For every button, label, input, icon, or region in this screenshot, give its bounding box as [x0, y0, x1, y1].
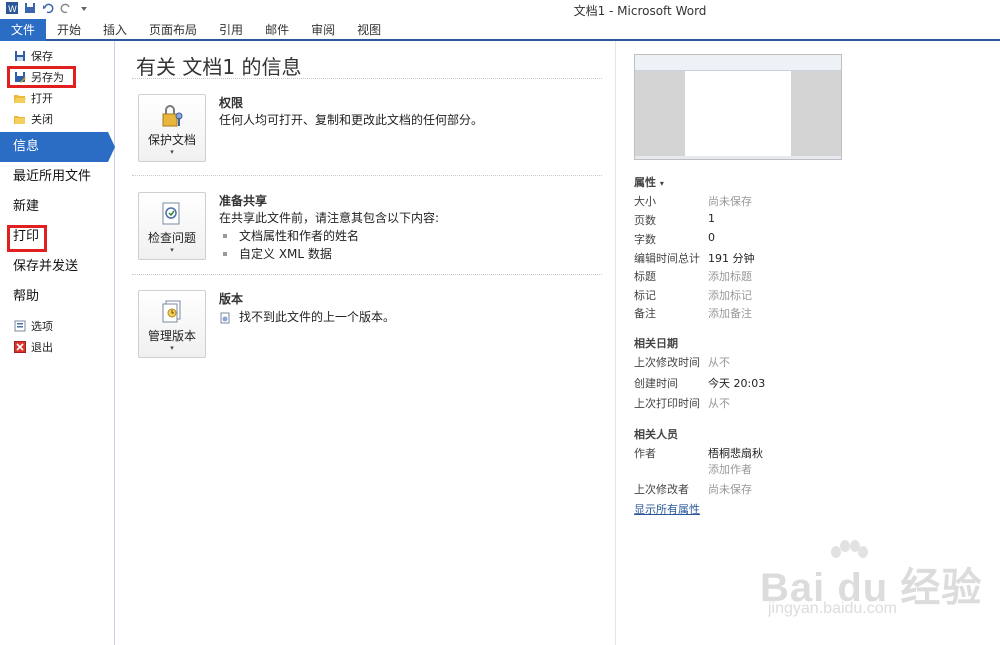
versions-heading: 版本	[219, 292, 244, 306]
manage-versions-label: 管理版本	[147, 329, 196, 343]
tab-review[interactable]: 审阅	[300, 19, 346, 41]
property-edit-time: 编辑时间总计 191 分钟	[634, 252, 755, 265]
prepare-sharing-desc: 在共享此文件前，请注意其包含以下内容:	[219, 211, 440, 225]
protect-document-button[interactable]: 保护文档 ▾	[138, 94, 206, 162]
tab-page-layout[interactable]: 页面布局	[138, 19, 208, 41]
nav-save-label: 保存	[31, 49, 53, 63]
nav-options[interactable]: 选项	[0, 315, 114, 336]
open-folder-icon	[14, 92, 26, 104]
watermark-url: jingyan.baidu.com	[768, 600, 897, 617]
dropdown-arrow-icon: ▾	[170, 246, 174, 254]
nav-new[interactable]: 新建	[0, 192, 114, 222]
divider	[132, 175, 602, 176]
properties-heading[interactable]: 属性 ▾	[634, 174, 664, 190]
versions-desc: 找不到此文件的上一个版本。	[239, 310, 396, 324]
manage-versions-icon	[139, 299, 205, 325]
prepare-sharing-heading: 准备共享	[219, 194, 268, 208]
inspect-document-icon	[139, 201, 205, 227]
related-people-heading: 相关人员	[634, 428, 678, 441]
nav-help[interactable]: 帮助	[0, 282, 114, 312]
nav-save-as[interactable]: 另存为	[0, 66, 114, 87]
options-icon	[14, 320, 26, 332]
related-dates-heading: 相关日期	[634, 337, 678, 350]
info-pane: 有关 文档1 的信息 保护文档 ▾ 权限 任何人均可打开、复制和更改此文档的任何…	[116, 41, 616, 645]
nav-recent[interactable]: 最近所用文件	[0, 162, 114, 192]
permissions-heading: 权限	[219, 96, 244, 110]
nav-open-label: 打开	[31, 91, 53, 105]
divider	[132, 78, 602, 79]
nav-save[interactable]: 保存	[0, 45, 114, 66]
close-folder-icon	[14, 113, 26, 125]
nav-options-label: 选项	[31, 319, 53, 333]
property-words: 字数 0	[634, 231, 715, 246]
ribbon-tab-row: 文件 开始 插入 页面布局 引用 邮件 审阅 视图	[0, 19, 1000, 41]
window-title: 文档1 - Microsoft Word	[573, 4, 707, 18]
person-last-modified-by: 上次修改者 尚未保存	[634, 483, 752, 496]
backstage-nav: 保存 另存为 打开 关闭 信息 最近所用文件 新建 打印 保存并发送 帮助 选项…	[0, 41, 115, 645]
document-version-icon	[219, 311, 231, 324]
document-preview[interactable]	[634, 54, 842, 160]
add-author[interactable]: 添加作者	[634, 461, 974, 480]
property-comments[interactable]: 备注 添加备注	[634, 305, 974, 324]
nav-close-label: 关闭	[31, 112, 53, 126]
property-tags[interactable]: 标记 添加标记	[634, 287, 974, 306]
dropdown-arrow-icon: ▾	[170, 148, 174, 156]
permissions-desc: 任何人均可打开、复制和更改此文档的任何部分。	[219, 113, 484, 127]
protect-document-label: 保护文档	[147, 133, 196, 147]
page-title: 有关 文档1 的信息	[136, 55, 302, 79]
nav-exit[interactable]: 退出	[0, 336, 114, 357]
check-issues-label: 检查问题	[147, 231, 196, 245]
nav-save-send[interactable]: 保存并发送	[0, 252, 114, 282]
list-item: 文档属性和作者的姓名	[219, 227, 599, 245]
tab-mailings[interactable]: 邮件	[254, 19, 300, 41]
date-last-printed: 上次打印时间 从不	[634, 397, 730, 410]
list-item: 自定义 XML 数据	[219, 245, 599, 263]
tab-insert[interactable]: 插入	[92, 19, 138, 41]
nav-close[interactable]: 关闭	[0, 108, 114, 129]
property-size: 大小 尚未保存	[634, 195, 752, 208]
lock-key-icon	[139, 103, 205, 129]
divider	[132, 274, 602, 275]
nav-open[interactable]: 打开	[0, 87, 114, 108]
dropdown-arrow-icon: ▾	[170, 344, 174, 352]
nav-exit-label: 退出	[31, 340, 53, 354]
check-issues-button[interactable]: 检查问题 ▾	[138, 192, 206, 260]
baidu-watermark: Bai du 经验 jingyan.baidu.com	[760, 540, 990, 630]
nav-print[interactable]: 打印	[0, 222, 114, 252]
save-icon	[14, 50, 26, 62]
manage-versions-button[interactable]: 管理版本 ▾	[138, 290, 206, 358]
tab-references[interactable]: 引用	[208, 19, 254, 41]
exit-icon	[14, 340, 26, 353]
tab-view[interactable]: 视图	[346, 19, 392, 41]
property-pages: 页数 1	[634, 212, 715, 227]
title-bar: W 文档1 - Microsoft Word	[0, 0, 1000, 19]
nav-save-as-label: 另存为	[31, 70, 64, 84]
tab-home[interactable]: 开始	[46, 19, 92, 41]
properties-heading-label: 属性	[634, 176, 656, 189]
show-all-properties-link[interactable]: 显示所有属性	[634, 501, 700, 517]
chevron-down-icon: ▾	[659, 179, 664, 188]
date-last-modified: 上次修改时间 从不	[634, 356, 730, 369]
nav-info[interactable]: 信息	[0, 132, 115, 162]
save-as-icon	[14, 71, 26, 83]
property-title[interactable]: 标题 添加标题	[634, 268, 974, 287]
tab-file[interactable]: 文件	[0, 19, 46, 41]
date-created: 创建时间 今天 20:03	[634, 377, 766, 390]
